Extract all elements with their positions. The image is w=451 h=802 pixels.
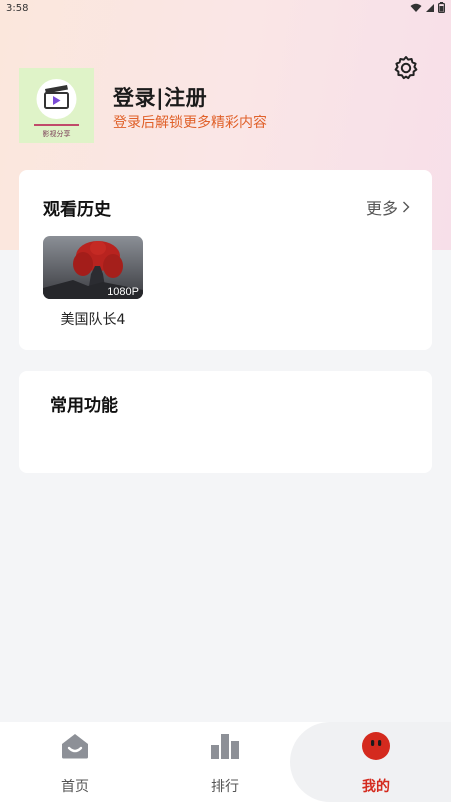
tab-mine-label: 我的 — [362, 779, 390, 795]
tab-ranking-label: 排行 — [211, 779, 239, 795]
login-register-link[interactable]: 登录|注册 — [113, 82, 207, 112]
battery-icon — [438, 2, 445, 13]
common-functions-card: 常用功能 — [19, 371, 432, 473]
settings-button[interactable] — [392, 54, 420, 82]
profile-face-icon — [362, 732, 390, 760]
wifi-icon — [410, 3, 422, 12]
chevron-right-icon — [403, 201, 410, 213]
more-button[interactable]: 更多 — [366, 195, 410, 219]
tab-ranking[interactable]: 排行 — [150, 722, 300, 802]
login-hint: 登录后解锁更多精彩内容 — [113, 115, 267, 131]
common-functions-title: 常用功能 — [50, 396, 118, 416]
more-label: 更多 — [365, 199, 398, 218]
tab-home[interactable]: 首页 — [0, 722, 150, 802]
tab-home-label: 首页 — [61, 779, 89, 795]
avatar-caption: 影视分享 — [42, 130, 71, 138]
status-icons — [410, 2, 445, 13]
bottom-tab-bar: 首页 排行 我的 — [0, 722, 451, 802]
resolution-badge: 1080P — [107, 286, 139, 298]
gear-icon — [394, 56, 418, 80]
signal-icon — [426, 3, 434, 12]
home-icon — [62, 734, 88, 759]
history-item-title[interactable]: 美国队长4 — [43, 309, 143, 329]
bar-chart-icon — [211, 734, 239, 759]
status-time: 3:58 — [6, 3, 29, 14]
avatar[interactable]: 影视分享 — [19, 68, 94, 143]
watch-history-title: 观看历史 — [43, 200, 111, 220]
status-bar: 3:58 — [0, 0, 451, 20]
history-item-thumbnail[interactable]: 1080P — [43, 236, 143, 299]
tab-mine[interactable]: 我的 — [301, 722, 451, 802]
watch-history-card: 观看历史 更多 1080P 美国队长4 — [19, 170, 432, 350]
